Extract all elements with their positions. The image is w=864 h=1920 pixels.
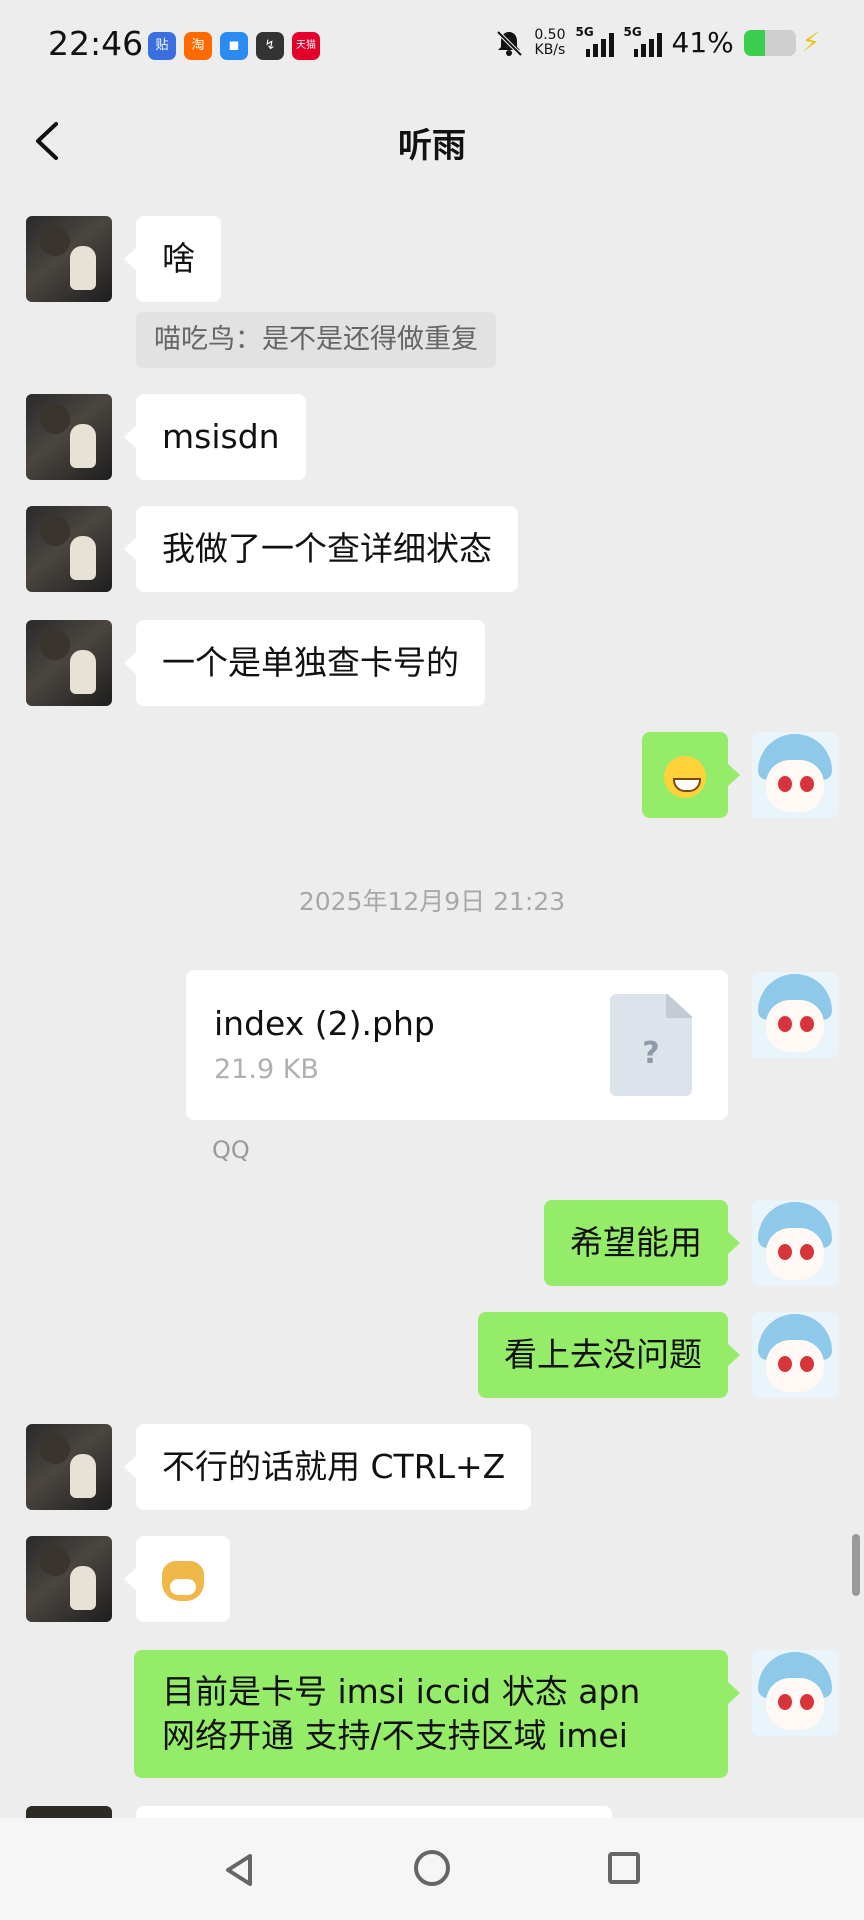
- battery-fill: [743, 29, 766, 56]
- message-bubble-received[interactable]: 啥: [124, 216, 221, 302]
- contact-avatar[interactable]: [26, 1536, 112, 1622]
- message-bubble-sent[interactable]: 希望能用: [544, 1200, 740, 1286]
- signal-2-icon: 5G: [624, 25, 662, 57]
- message-timestamp: 2025年12月9日 21:23: [298, 887, 566, 916]
- contact-avatar[interactable]: [26, 1424, 112, 1510]
- file-icon-glyph: ?: [642, 1036, 660, 1071]
- unknown-file-icon: ?: [610, 994, 692, 1096]
- mute-bell-icon: [496, 30, 523, 56]
- my-avatar[interactable]: [752, 1200, 838, 1286]
- contact-avatar[interactable]: [26, 620, 112, 706]
- signal-1-icon: 5G: [576, 25, 614, 57]
- doge-emoji-icon: [162, 1560, 204, 1601]
- quoted-reply[interactable]: 喵吃鸟：是不是还得做重复: [136, 312, 496, 368]
- file-size: 21.9 KB: [214, 1054, 319, 1085]
- my-avatar[interactable]: [752, 1312, 838, 1398]
- message-bubble-received[interactable]: 不行的话就用 CTRL+Z: [123, 1424, 532, 1510]
- battery-icon: [743, 29, 796, 56]
- message-bubble-received[interactable]: msisdn: [124, 394, 306, 480]
- file-attachment-card[interactable]: index (2).php 21.9 KB ?: [186, 970, 728, 1120]
- taobao-icon: 淘: [184, 32, 212, 60]
- message-line: 网络开通 支持/不支持区域 imei: [162, 1716, 628, 1755]
- nav-recent-icon[interactable]: [608, 1852, 640, 1884]
- file-name: index (2).php: [214, 1004, 435, 1043]
- message-bubble-sent[interactable]: 看上去没问题: [478, 1312, 740, 1398]
- net-speed-unit: KB/s: [534, 41, 566, 58]
- chat-header: 听雨: [0, 92, 864, 192]
- charging-icon: ⚡: [801, 27, 820, 58]
- net-speed-value: 0.50: [534, 26, 566, 43]
- status-bar: 22:46 贴淘 ◼ ↯ 天猫 0.50 KB/s 5G 5G 41% ⚡: [0, 0, 864, 92]
- my-avatar[interactable]: [752, 972, 838, 1058]
- contact-avatar[interactable]: [26, 216, 112, 302]
- notification-icons: 贴淘 ◼ ↯ 天猫: [148, 32, 320, 60]
- nav-home-icon[interactable]: [414, 1850, 450, 1886]
- signal-1-label: 5G: [575, 24, 594, 39]
- contact-avatar[interactable]: [26, 506, 112, 592]
- message-line: 目前是卡号 imsi iccid 状态 apn: [162, 1672, 641, 1711]
- contact-avatar[interactable]: [26, 394, 112, 480]
- tieba-icon: 贴: [148, 32, 176, 60]
- message-bubble-received[interactable]: 我做了一个查详细状态: [124, 506, 518, 592]
- chat-title[interactable]: 听雨: [0, 118, 864, 167]
- tmall-icon: 天猫: [292, 32, 320, 60]
- battery-percent: 41%: [671, 26, 734, 59]
- file-source-label[interactable]: QQ: [212, 1136, 250, 1164]
- my-avatar[interactable]: [752, 732, 838, 818]
- message-bubble-sent[interactable]: 目前是卡号 imsi iccid 状态 apn 网络开通 支持/不支持区域 im…: [134, 1650, 740, 1778]
- message-app-icon: ◼: [220, 32, 248, 60]
- message-bubble-received[interactable]: [124, 1536, 230, 1622]
- system-nav-bar: [0, 1818, 864, 1920]
- scrollbar-thumb[interactable]: [852, 1534, 860, 1596]
- nav-back-icon[interactable]: [222, 1852, 256, 1888]
- status-time: 22:46: [48, 24, 144, 63]
- message-bubble-sent[interactable]: [642, 732, 740, 818]
- grin-emoji-icon: [664, 755, 706, 798]
- signal-2-label: 5G: [623, 24, 642, 39]
- message-bubble-received[interactable]: 一个是单独查卡号的: [124, 620, 485, 706]
- sync-app-icon: ↯: [256, 32, 284, 60]
- status-right: 0.50 KB/s 5G 5G 41% ⚡: [494, 25, 820, 59]
- my-avatar[interactable]: [752, 1650, 838, 1736]
- net-speed: 0.50 KB/s: [534, 26, 566, 58]
